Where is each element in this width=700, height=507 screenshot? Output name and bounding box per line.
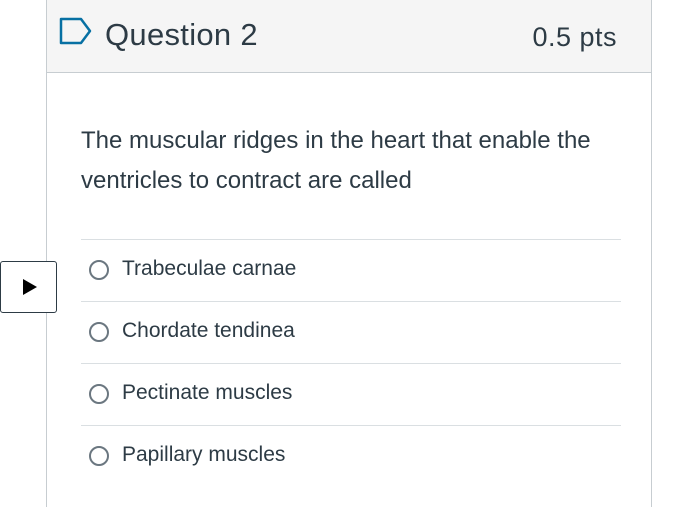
radio-button[interactable] (89, 260, 109, 280)
question-text: The muscular ridges in the heart that en… (81, 127, 591, 194)
answer-label[interactable]: Trabeculae carnae (122, 254, 296, 284)
answer-option[interactable]: Trabeculae carnae (81, 239, 621, 301)
question-card: Question 2 0.5 pts The muscular ridges i… (46, 0, 652, 507)
bookmark-flag-icon[interactable] (59, 16, 93, 46)
question-points: 0.5 pts (532, 22, 617, 52)
answer-label[interactable]: Chordate tendinea (122, 316, 295, 346)
side-panel-toggle-button[interactable] (0, 261, 57, 313)
answer-option[interactable]: Chordate tendinea (81, 301, 621, 363)
question-header: Question 2 0.5 pts (47, 0, 651, 73)
answer-option[interactable]: Papillary muscles (81, 425, 621, 487)
radio-button[interactable] (89, 384, 109, 404)
answer-label[interactable]: Pectinate muscles (122, 378, 292, 408)
radio-button[interactable] (89, 446, 109, 466)
answer-list: Trabeculae carnae Chordate tendinea Pect… (81, 239, 621, 487)
answer-option[interactable]: Pectinate muscles (81, 363, 621, 425)
radio-button[interactable] (89, 322, 109, 342)
play-triangle-icon (23, 279, 37, 295)
answer-label[interactable]: Papillary muscles (122, 440, 285, 470)
question-title: Question 2 (105, 17, 258, 52)
